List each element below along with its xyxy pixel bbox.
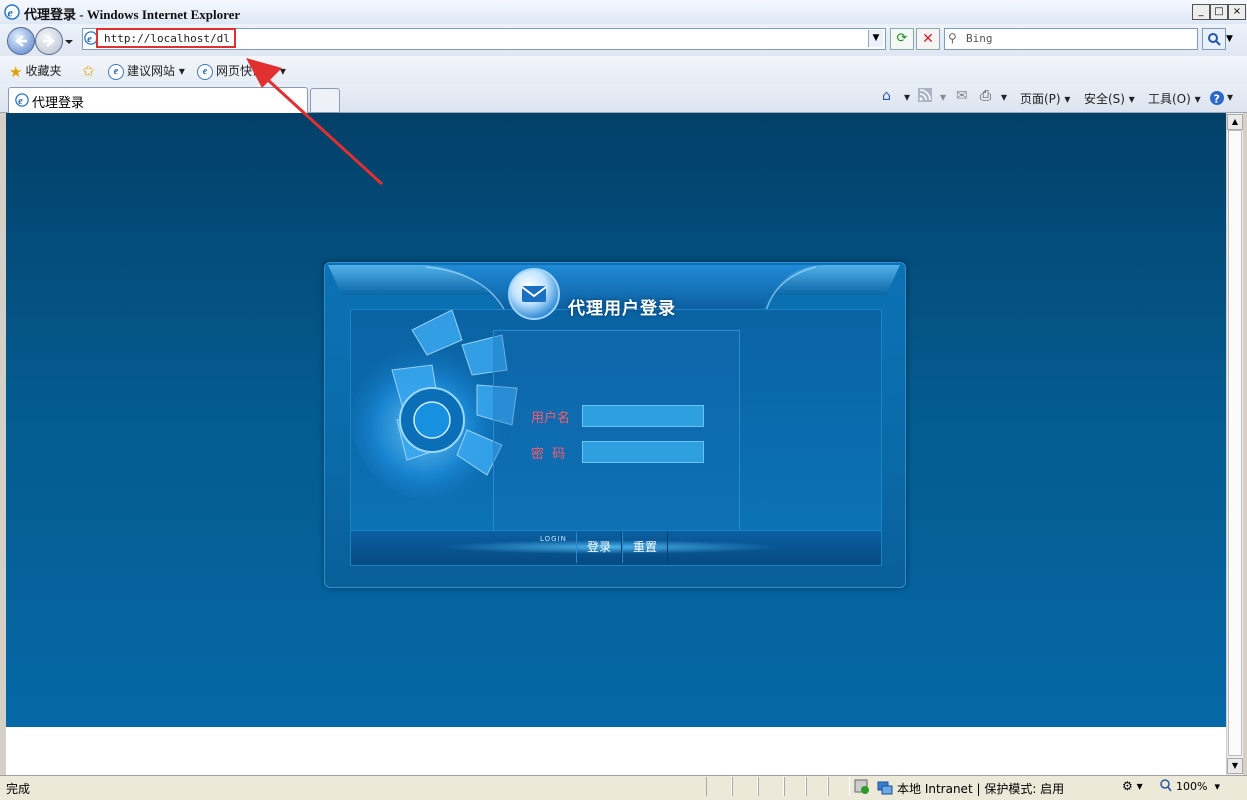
- add-favorite-icon: ✩: [82, 62, 95, 80]
- zoom-level[interactable]: 100% ▾: [1164, 780, 1220, 793]
- login-form: [493, 330, 740, 532]
- forward-button[interactable]: [35, 27, 63, 55]
- reset-button[interactable]: 重置: [622, 532, 668, 563]
- search-placeholder: Bing: [966, 32, 993, 45]
- status-cell: [806, 777, 828, 796]
- mail-logo-icon: [508, 268, 560, 320]
- address-dropdown[interactable]: ▼: [868, 30, 883, 47]
- refresh-button[interactable]: ⟳: [890, 28, 914, 50]
- favorites-button[interactable]: ★ 收藏夹: [9, 62, 61, 81]
- arrow-left-icon: [15, 35, 27, 47]
- add-to-favorites-button[interactable]: ✩: [82, 62, 98, 80]
- restore-button[interactable]: □: [1210, 4, 1228, 20]
- star-icon: ★: [9, 62, 23, 81]
- home-icon[interactable]: ⌂: [882, 88, 891, 104]
- login-tag-text: LOGIN: [540, 535, 567, 543]
- scroll-up-button[interactable]: ▲: [1227, 114, 1243, 130]
- scroll-thumb[interactable]: [1228, 130, 1242, 756]
- back-button[interactable]: [7, 27, 35, 55]
- print-icon[interactable]: ⎙: [980, 88, 991, 104]
- home-dropdown[interactable]: ▾: [904, 90, 910, 104]
- svg-text:?: ?: [1214, 93, 1220, 106]
- status-cell: [758, 777, 784, 796]
- protected-mode-icon[interactable]: ⚙ ▾: [1122, 779, 1143, 793]
- stop-button[interactable]: ✕: [916, 28, 940, 50]
- status-cell: [828, 777, 850, 796]
- username-label: 用户名: [531, 411, 571, 426]
- print-dropdown[interactable]: ▾: [1001, 90, 1007, 104]
- ie-logo-icon: e: [4, 4, 20, 20]
- close-button[interactable]: ×: [1228, 4, 1246, 20]
- status-text: 完成: [6, 782, 31, 796]
- svg-text:e: e: [18, 96, 23, 107]
- tab-page-icon: e: [15, 93, 29, 110]
- intranet-zone-icon: [877, 779, 893, 798]
- ie-page-icon: e: [108, 63, 124, 80]
- page-menu[interactable]: 页面(P) ▾: [1020, 90, 1070, 107]
- page-content-bottom: [6, 727, 1226, 775]
- search-icon: [1208, 33, 1221, 46]
- favorites-item-suggested-sites[interactable]: e 建议网站 ▾: [108, 62, 185, 80]
- status-cell: [784, 777, 806, 796]
- favorites-bar: [0, 56, 1247, 84]
- annotation-highlight-box: [96, 28, 236, 48]
- password-input[interactable]: [582, 441, 704, 463]
- security-zone-text[interactable]: 本地 Intranet | 保护模式: 启用: [897, 780, 1064, 797]
- window-title: 代理登录 - Windows Internet Explorer: [24, 7, 241, 22]
- login-title: 代理用户登录: [568, 299, 676, 319]
- search-options-dropdown[interactable]: ▼: [1226, 34, 1233, 44]
- history-dropdown[interactable]: [64, 36, 74, 46]
- feeds-dropdown[interactable]: ▾: [940, 90, 946, 104]
- help-icon[interactable]: ?: [1209, 90, 1225, 109]
- annotation-arrow: [230, 40, 400, 190]
- mail-icon[interactable]: ✉: [956, 88, 968, 104]
- svg-text:e: e: [8, 6, 14, 20]
- help-dropdown[interactable]: ▾: [1227, 90, 1233, 104]
- search-button[interactable]: [1202, 28, 1226, 50]
- minimize-button[interactable]: _: [1192, 4, 1210, 20]
- popup-blocker-icon[interactable]: [853, 778, 871, 799]
- tools-menu[interactable]: 工具(O) ▾: [1148, 90, 1201, 107]
- search-provider-icon: ⚲: [948, 31, 957, 45]
- ie-page-icon: e: [197, 63, 213, 80]
- svg-text:e: e: [87, 34, 92, 45]
- scroll-down-button[interactable]: ▼: [1227, 758, 1243, 774]
- safety-menu[interactable]: 安全(S) ▾: [1084, 90, 1135, 107]
- arrow-right-icon: [43, 35, 55, 47]
- status-cell: [706, 777, 732, 796]
- tab-label: 代理登录: [32, 96, 85, 111]
- login-button[interactable]: 登录: [576, 532, 622, 563]
- feeds-icon[interactable]: [918, 88, 932, 106]
- username-input[interactable]: [582, 405, 704, 427]
- password-label: 密 码: [531, 447, 566, 462]
- chevron-down-icon: [65, 40, 73, 44]
- status-cell: [732, 777, 758, 796]
